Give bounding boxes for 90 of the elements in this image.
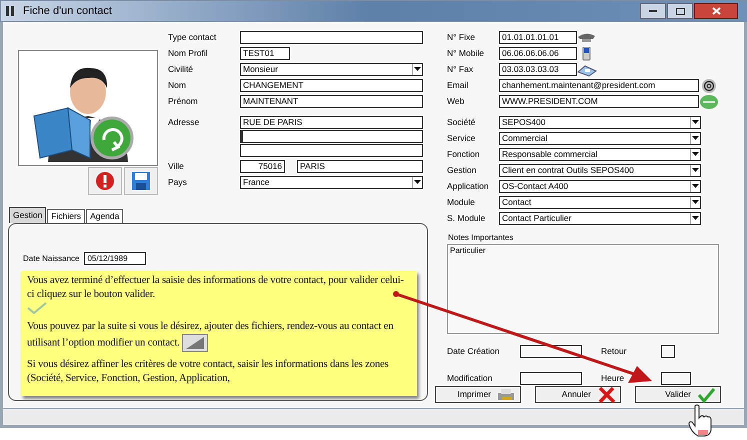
dropdown[interactable]: Monsieur <box>240 63 423 76</box>
maximize-icon <box>676 8 684 14</box>
warning-button[interactable] <box>88 167 122 195</box>
checkmark-icon <box>697 386 716 402</box>
note-paragraph: Si vous désirez affiner les critères de votre contact, saisir les informations dans les zones (Société, Service, Fonction, Gestion, Application, <box>27 358 390 386</box>
close-icon <box>712 7 720 15</box>
field-label: Pays <box>168 176 188 189</box>
field-label: Ville <box>168 160 185 173</box>
field-label: Société <box>447 116 476 129</box>
field-label: N° Mobile <box>447 47 485 60</box>
date-field[interactable] <box>661 372 691 385</box>
note-paragraph: Vous avez terminé d’effectuer la saisie des informations de votre contact, pour valider celui-ci cliquez sur le bouton valider. <box>27 274 411 314</box>
field-label: Module <box>447 196 476 209</box>
dropdown-caret-icon <box>692 184 699 189</box>
dropdown[interactable]: OS-Contact A400 <box>499 180 701 193</box>
field-label: Type contact <box>168 31 218 44</box>
action-button[interactable]: Annuler <box>535 386 621 403</box>
field-label: Nom <box>168 79 187 92</box>
tab[interactable]: Gestion <box>9 207 46 223</box>
field-label: Nom Profil <box>168 47 209 60</box>
telephone-icon <box>577 30 597 44</box>
tab[interactable]: Agenda <box>86 209 124 223</box>
dropdown[interactable]: SEPOS400 <box>499 116 701 129</box>
dropdown-caret-icon <box>692 200 699 205</box>
minimize-button[interactable] <box>640 3 666 19</box>
minimize-icon <box>649 10 657 12</box>
dropdown[interactable]: France <box>240 176 423 189</box>
save-button[interactable] <box>124 167 158 195</box>
field-label: Modification <box>447 372 492 385</box>
cross-icon <box>597 386 616 402</box>
dropdown[interactable]: Commercial <box>499 132 701 145</box>
birth-date-field[interactable]: 05/12/1989 <box>84 252 146 265</box>
text-field[interactable]: TEST01 <box>240 47 290 60</box>
postcode-field[interactable]: 75016 <box>240 160 285 173</box>
field-label: Web <box>447 95 466 108</box>
text-field[interactable] <box>240 130 423 143</box>
dropdown-caret-icon <box>692 136 699 141</box>
notes-field[interactable]: Particulier <box>447 244 719 334</box>
email-field[interactable]: chanhement.maintenant@president.com <box>499 79 699 92</box>
phone-field[interactable]: 06.06.06.06.06 <box>499 47 577 60</box>
notes-label: Notes Importantes <box>448 232 514 244</box>
tab[interactable]: Fichiers <box>47 209 86 223</box>
field-label: Civilité <box>168 63 194 76</box>
field-label: Gestion <box>447 164 478 177</box>
phone-field[interactable]: 01.01.01.01.01 <box>499 31 577 44</box>
text-field[interactable]: MAINTENANT <box>240 95 423 108</box>
field-label: Email <box>447 79 470 92</box>
action-button[interactable]: Valider <box>635 386 721 403</box>
app-icon <box>5 5 17 17</box>
dropdown[interactable]: Client en contrat Outils SEPOS400 <box>499 164 701 177</box>
city-field[interactable]: PARIS <box>297 160 423 173</box>
field-label: S. Module <box>447 212 486 225</box>
maximize-button[interactable] <box>667 3 693 19</box>
dropdown-caret-icon <box>692 168 699 173</box>
field-label: Date Naissance <box>23 252 80 264</box>
dropdown-caret-icon <box>692 120 699 125</box>
text-field[interactable]: CHANGEMENT <box>240 79 423 92</box>
field-label: Service <box>447 132 476 145</box>
window-title: Fiche d'un contact <box>23 4 112 19</box>
field-label: Retour <box>601 345 627 358</box>
phone-field[interactable]: 03.03.03.03.03 <box>499 63 577 76</box>
text-field[interactable] <box>240 31 423 44</box>
text-field[interactable]: RUE DE PARIS <box>240 116 423 129</box>
dropdown-caret-icon <box>692 152 699 157</box>
field-label: N° Fax <box>447 63 474 76</box>
fax-machine-icon <box>577 62 597 76</box>
field-label: Heure <box>601 372 624 385</box>
printer-icon <box>497 386 516 402</box>
dropdown-caret-icon <box>414 67 421 72</box>
warning-icon <box>95 171 115 191</box>
date-field[interactable] <box>520 372 582 385</box>
dropdown[interactable]: Responsable commercial <box>499 148 701 161</box>
dropdown[interactable]: Contact Particulier <box>499 212 701 225</box>
date-field[interactable] <box>661 345 675 358</box>
dropdown[interactable]: Contact <box>499 196 701 209</box>
dropdown-caret-icon <box>692 216 699 221</box>
field-label: N° Fixe <box>447 31 476 44</box>
field-label: Date Création <box>447 345 500 358</box>
field-label: Adresse <box>168 116 200 129</box>
action-button[interactable]: Imprimer <box>435 386 521 403</box>
close-button[interactable] <box>694 3 738 19</box>
website-field[interactable]: WWW.PRESIDENT.COM <box>499 95 699 108</box>
edit-icon <box>182 334 208 352</box>
note-paragraph: Vous pouvez par la suite si vous le désirez, ajouter des fichiers, rendez-vous au contact en utilisant l’option modifier un contact. <box>27 320 411 352</box>
checkmark-icon <box>27 302 47 314</box>
field-label: Prénom <box>168 95 199 108</box>
text-field[interactable] <box>240 144 423 157</box>
field-label: Application <box>447 180 490 193</box>
field-label: Fonction <box>447 148 481 161</box>
dropdown-caret-icon <box>414 180 421 185</box>
